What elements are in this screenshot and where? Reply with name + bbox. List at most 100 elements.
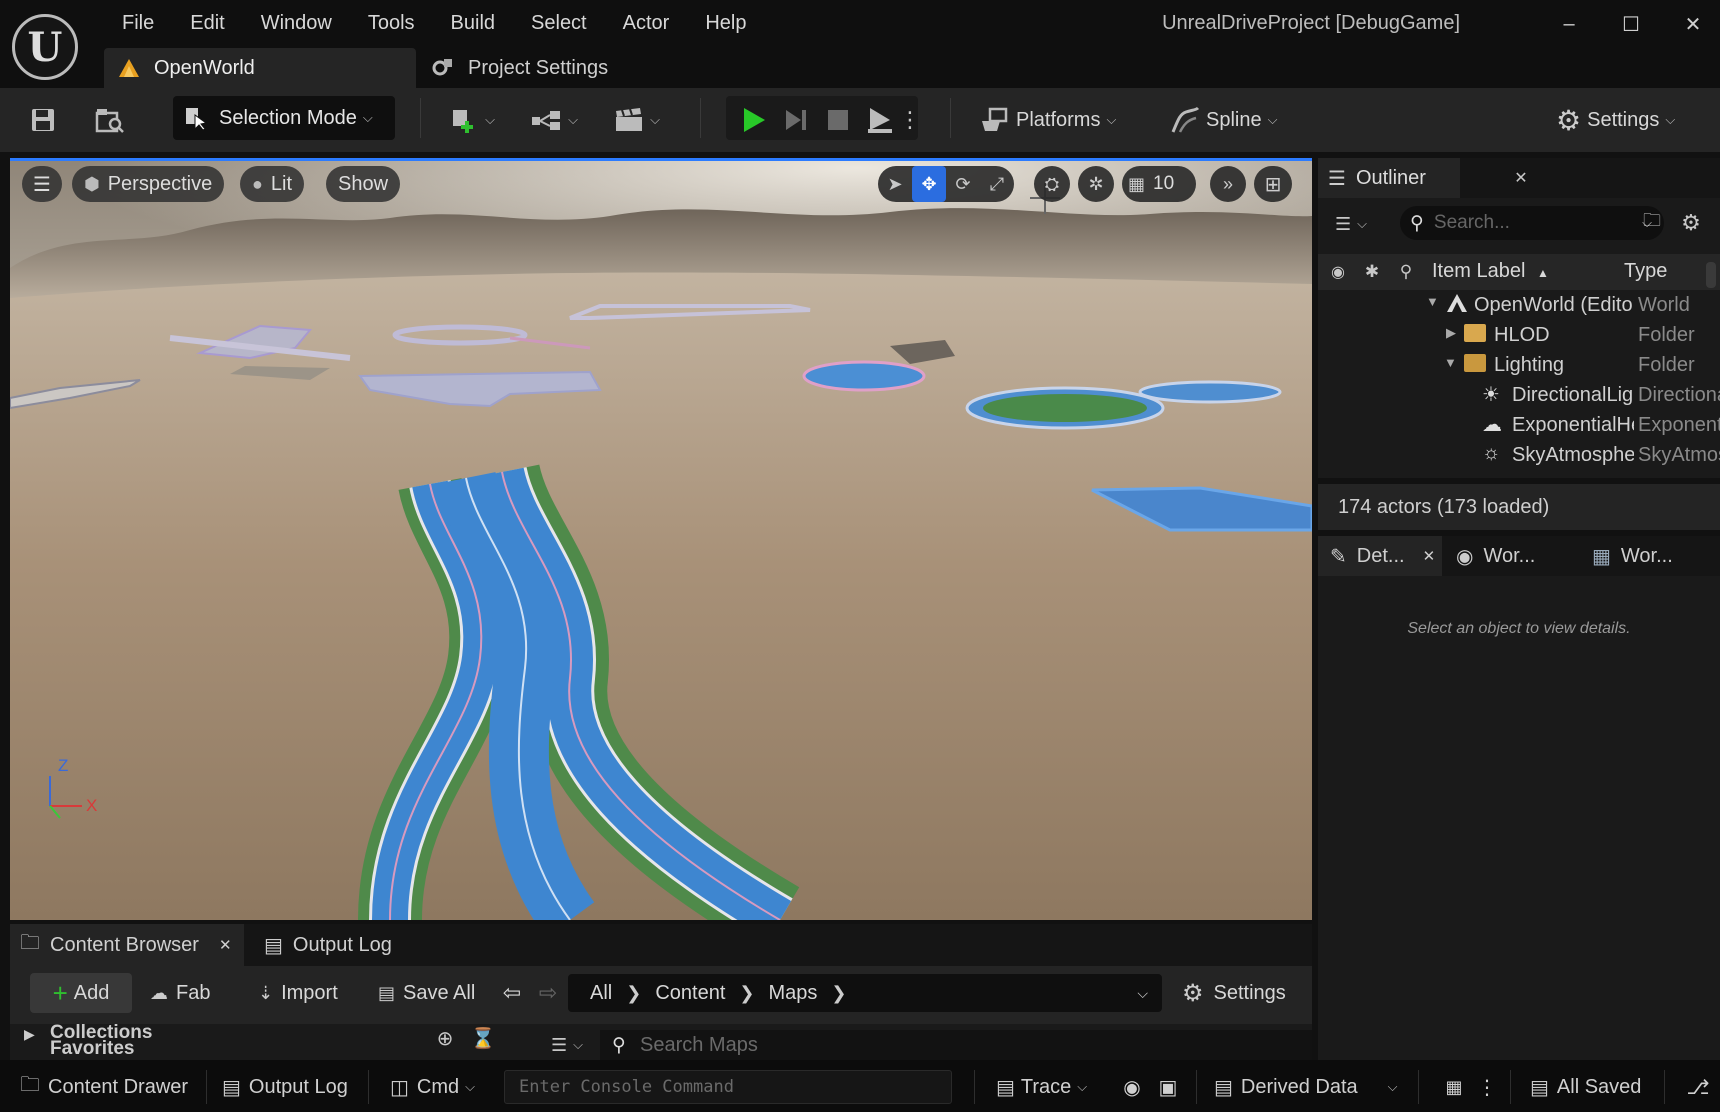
menu-edit[interactable]: Edit <box>172 10 242 36</box>
close-outliner-icon[interactable]: ✕ <box>1510 164 1532 192</box>
outliner-scrollbar[interactable] <box>1706 262 1716 288</box>
fab-button[interactable]: ☁ Fab <box>150 972 210 1014</box>
rotate-tool-icon[interactable]: ⟳ <box>946 166 980 202</box>
level-viewport[interactable]: Z X <box>10 158 1312 920</box>
add-actor-button[interactable]: ⌵ <box>444 99 500 141</box>
favorites-section[interactable]: Favorites <box>50 1040 134 1058</box>
move-tool-icon[interactable]: ✥ <box>912 166 946 202</box>
show-dropdown[interactable]: Show <box>326 166 401 202</box>
blueprint-button[interactable]: ⌵ <box>524 99 584 141</box>
outliner-row[interactable]: ▼ Lighting Folder <box>1318 352 1720 382</box>
chevron-down-icon: ⌵ <box>1077 1079 1088 1094</box>
content-browser-settings-button[interactable]: ⚙ Settings <box>1182 972 1286 1014</box>
tab-content-browser[interactable]: 🗀 Content Browser ✕ <box>10 924 244 966</box>
gear-icon[interactable]: ⚙ <box>1674 208 1708 238</box>
view-mode-dropdown[interactable]: ● Lit <box>240 166 304 202</box>
filter-button[interactable]: ☰ ⌵ <box>540 1030 594 1060</box>
column-item-label[interactable]: Item Label ▲ <box>1432 260 1549 283</box>
import-button[interactable]: ⇣ Import <box>258 972 338 1014</box>
breadcrumb-maps[interactable]: Maps <box>768 982 817 1005</box>
step-forward-icon[interactable] <box>778 99 814 141</box>
play-options-icon[interactable]: ⋮ <box>899 99 921 141</box>
eject-icon[interactable] <box>862 99 898 141</box>
filter-button[interactable]: ☰ ⌵ <box>1324 210 1378 238</box>
settings-dropdown[interactable]: ⚙ Settings ⌵ <box>1556 99 1675 141</box>
world-local-toggle[interactable]: ⛭ <box>1034 166 1070 202</box>
chevron-right-icon[interactable]: ▶ <box>24 1026 35 1043</box>
record-icon[interactable]: ◉ <box>1118 1068 1146 1106</box>
all-saved-button[interactable]: ▤ All Saved <box>1530 1068 1641 1106</box>
path-history-dropdown[interactable]: ⌵ <box>1137 985 1148 1002</box>
forward-icon[interactable]: ⇨ <box>534 972 562 1014</box>
viewport-layout-button[interactable]: ⊞ <box>1254 166 1292 202</box>
more-options-icon[interactable]: ⋮ <box>1477 1068 1497 1106</box>
menu-file[interactable]: File <box>104 10 172 36</box>
add-button[interactable]: + Add <box>30 973 132 1013</box>
console-input[interactable]: Enter Console Command <box>504 1070 952 1104</box>
outliner-search-input[interactable]: ⚲ Search... ⌵ <box>1400 206 1664 240</box>
source-control-grid-icon[interactable]: ▦ <box>1440 1068 1468 1106</box>
outliner-row[interactable]: ☁ ExponentialHeightFog ExponentialHeight… <box>1318 412 1720 442</box>
close-content-browser-icon[interactable]: ✕ <box>219 936 232 954</box>
revision-control-icon[interactable]: ⎇ <box>1684 1068 1712 1106</box>
favorite-star-icon[interactable]: ✱ <box>1358 256 1386 288</box>
outliner-row[interactable]: ☀ DirectionalLight DirectionalLight <box>1318 382 1720 412</box>
play-icon[interactable] <box>736 99 772 141</box>
trace-dropdown[interactable]: ▤ Trace ⌵ <box>996 1068 1087 1106</box>
cinematics-button[interactable]: ⌵ <box>606 99 668 141</box>
stop-icon[interactable] <box>820 99 856 141</box>
tab-world-settings[interactable]: ▦ Wor... <box>1592 536 1673 576</box>
chevron-right-icon[interactable]: ❯ <box>831 983 846 1004</box>
derived-data-dropdown[interactable]: ▤ Derived Data ⌵ <box>1214 1068 1397 1106</box>
minimize-button[interactable]: – <box>1544 6 1594 42</box>
scale-tool-icon[interactable]: ⤢ <box>980 166 1014 202</box>
collection-options-icon[interactable]: ⌛ <box>470 1024 496 1052</box>
spline-dropdown[interactable]: Spline ⌵ <box>1170 99 1277 141</box>
save-all-button[interactable]: ▤ Save All <box>378 972 475 1014</box>
platforms-dropdown[interactable]: Platforms ⌵ <box>980 99 1116 141</box>
breadcrumb-all[interactable]: All <box>590 982 612 1005</box>
grid-snap-control[interactable]: ▦ 10 <box>1122 166 1196 202</box>
perspective-dropdown[interactable]: ⬢ Perspective <box>72 166 225 202</box>
close-details-icon[interactable]: ✕ <box>1423 547 1436 565</box>
unreal-logo-icon[interactable]: U <box>12 14 78 80</box>
pin-icon[interactable]: ⚲ <box>1392 256 1420 288</box>
content-browser-icon[interactable] <box>90 99 130 141</box>
cmd-dropdown[interactable]: ◫ Cmd ⌵ <box>390 1068 475 1106</box>
viewport-options-button[interactable]: ☰ <box>22 166 62 202</box>
outliner-row[interactable]: ☼ SkyAtmosphere SkyAtmosphere <box>1318 442 1720 472</box>
screenshot-icon[interactable]: ▣ <box>1154 1068 1182 1106</box>
add-folder-icon[interactable]: 🗀 <box>1636 208 1668 238</box>
outliner-row[interactable]: ▶ HLOD Folder <box>1318 322 1720 352</box>
close-window-button[interactable]: ✕ <box>1668 6 1718 42</box>
menu-tools[interactable]: Tools <box>350 10 433 36</box>
menu-select[interactable]: Select <box>513 10 605 36</box>
tab-details[interactable]: ✎ Det... ✕ <box>1318 536 1442 576</box>
menu-help[interactable]: Help <box>687 10 764 36</box>
more-tools-button[interactable]: » <box>1210 166 1246 202</box>
selection-mode-dropdown[interactable]: Selection Mode ⌵ <box>173 96 395 140</box>
chevron-right-icon[interactable]: ❯ <box>626 983 641 1004</box>
output-log-button[interactable]: ▤ Output Log <box>222 1068 348 1106</box>
back-icon[interactable]: ⇦ <box>498 972 526 1014</box>
column-type[interactable]: Type <box>1624 260 1667 283</box>
breadcrumb-content[interactable]: Content <box>655 982 725 1005</box>
tab-openworld[interactable]: OpenWorld <box>104 48 416 88</box>
select-tool-icon[interactable]: ➤ <box>878 166 912 202</box>
visibility-eye-icon[interactable]: ◉ <box>1322 256 1354 288</box>
tab-world-partition[interactable]: ◉ Wor... <box>1456 536 1535 576</box>
content-drawer-button[interactable]: 🗀 Content Drawer <box>20 1068 188 1106</box>
chevron-right-icon[interactable]: ❯ <box>739 983 754 1004</box>
menu-window[interactable]: Window <box>243 10 350 36</box>
outliner-row[interactable]: ▼ OpenWorld (Editor) World <box>1318 292 1720 322</box>
maximize-button[interactable]: ☐ <box>1606 6 1656 42</box>
tab-output-log[interactable]: ▤ Output Log <box>264 924 392 966</box>
menu-actor[interactable]: Actor <box>605 10 688 36</box>
save-icon[interactable] <box>24 99 62 141</box>
tab-project-settings[interactable]: Project Settings <box>430 48 608 88</box>
add-collection-icon[interactable]: ⊕ <box>432 1024 458 1052</box>
search-maps-input[interactable]: ⚲ Search Maps <box>600 1030 1312 1060</box>
tab-outliner[interactable]: ☰ Outliner <box>1318 158 1460 198</box>
surface-snapping-toggle[interactable]: ✲ <box>1078 166 1114 202</box>
menu-build[interactable]: Build <box>433 10 513 36</box>
